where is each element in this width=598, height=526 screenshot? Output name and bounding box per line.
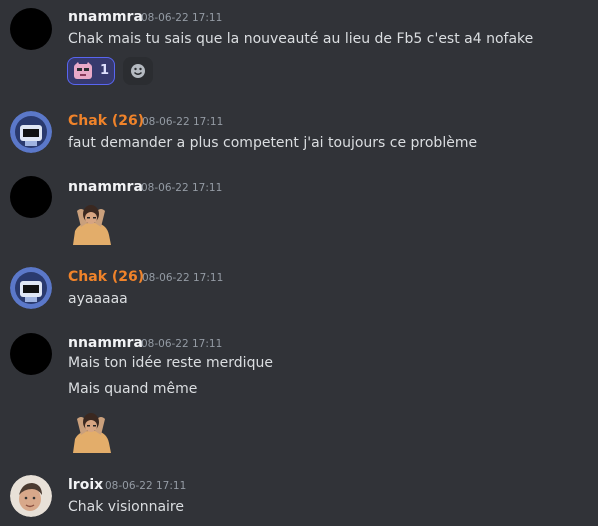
avatar-image (10, 475, 52, 517)
sticker-face-emoji-icon (74, 62, 92, 79)
message: nnammra 08-06-22 17:11 Mais ton idée res… (0, 328, 598, 456)
avatar[interactable] (10, 176, 52, 218)
timestamp: 08-06-22 17:11 (142, 272, 224, 284)
reaction-count: 1 (100, 63, 110, 78)
avatar[interactable] (10, 475, 52, 517)
message-text: ayaaaaa (68, 291, 128, 307)
person-holding-head-sticker-icon (73, 413, 111, 453)
avatar[interactable] (10, 267, 52, 309)
timestamp: 08-06-22 17:11 (105, 480, 187, 492)
username[interactable]: lroix (68, 477, 103, 493)
username[interactable]: Chak (26) (68, 113, 144, 129)
reaction-button[interactable]: 1 (67, 57, 115, 85)
timestamp: 08-06-22 17:11 (141, 182, 223, 194)
username[interactable]: nnammra (68, 9, 143, 25)
avatar[interactable] (10, 8, 52, 50)
message: lroix 08-06-22 17:11 Chak visionnaire (0, 468, 598, 526)
username[interactable]: nnammra (68, 335, 143, 351)
message-text: Chak visionnaire (68, 499, 184, 515)
smiley-add-reaction-icon (131, 64, 145, 78)
username[interactable]: nnammra (68, 179, 143, 195)
add-reaction-button[interactable] (123, 57, 153, 85)
message-text: Mais ton idée reste merdique (68, 355, 273, 371)
message: Chak (26) 08-06-22 17:11 ayaaaaa (0, 262, 598, 317)
message: Chak (26) 08-06-22 17:11 faut demander a… (0, 103, 598, 163)
message-text: faut demander a plus competent j'ai touj… (68, 135, 478, 151)
timestamp: 08-06-22 17:11 (141, 338, 223, 350)
message: nnammra 08-06-22 17:11 Chak mais tu sais… (0, 0, 598, 95)
timestamp: 08-06-22 17:11 (141, 12, 223, 24)
message: nnammra 08-06-22 17:11 (0, 170, 598, 250)
person-holding-head-sticker-icon (73, 205, 111, 245)
avatar[interactable] (10, 333, 52, 375)
message-text: Chak mais tu sais que la nouveauté au li… (68, 31, 534, 47)
username[interactable]: Chak (26) (68, 269, 144, 285)
message-text: Mais quand même (68, 381, 198, 397)
avatar[interactable] (10, 111, 52, 153)
avatar-image (10, 267, 52, 309)
timestamp: 08-06-22 17:11 (142, 116, 224, 128)
avatar-image (10, 111, 52, 153)
